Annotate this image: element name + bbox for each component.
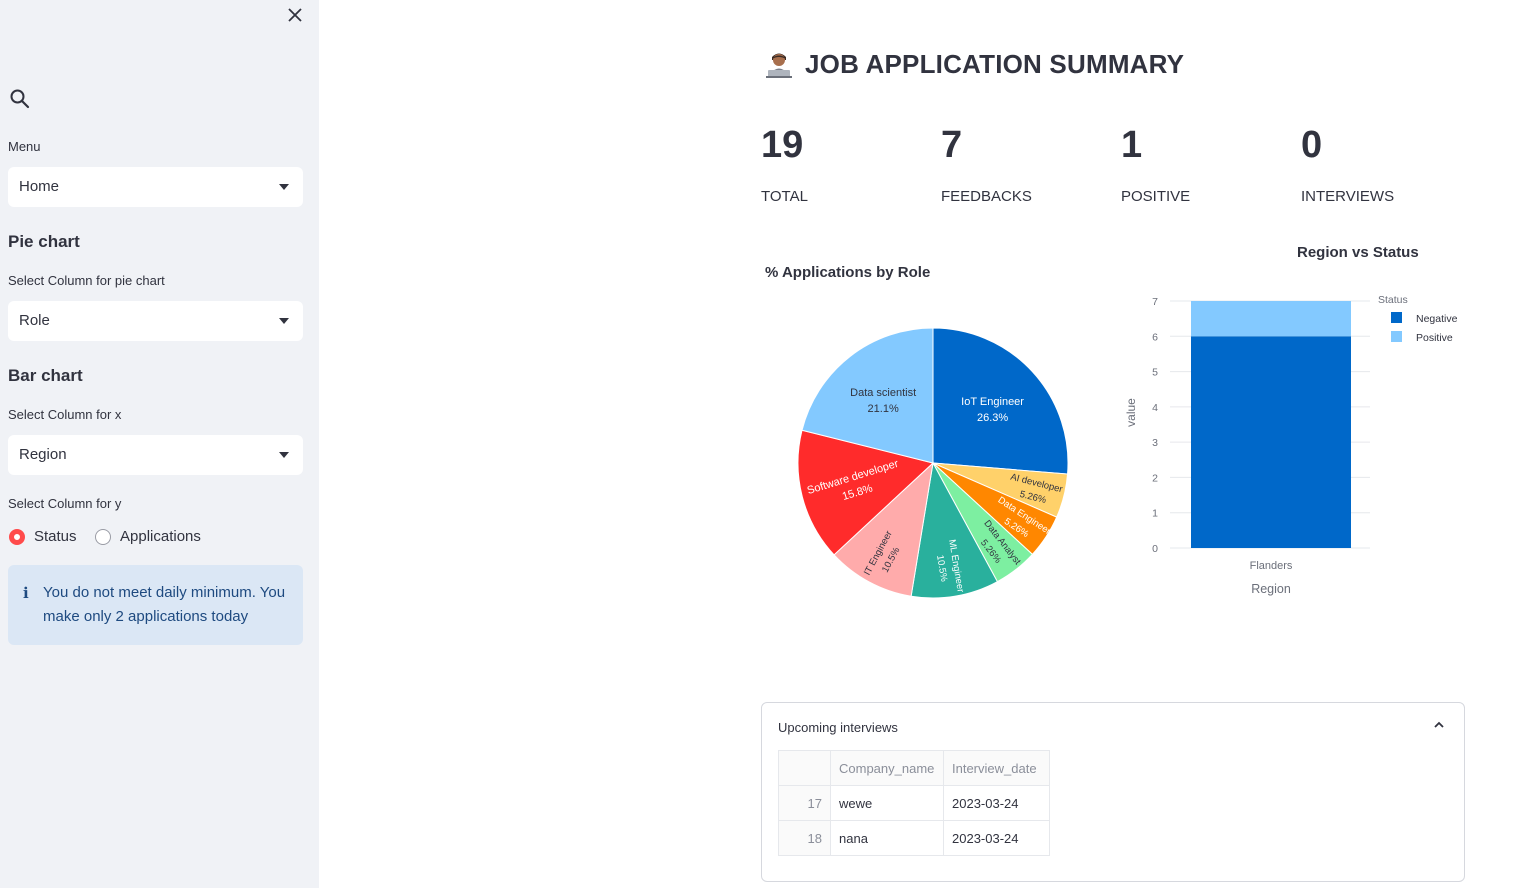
index-header (778, 750, 831, 786)
search-icon[interactable] (9, 88, 31, 110)
y-tick-label: 2 (1152, 472, 1158, 484)
column-header-date[interactable]: Interview_date (943, 750, 1050, 786)
radio-status[interactable]: Status (9, 528, 77, 545)
row-index: 18 (778, 820, 831, 856)
chevron-down-icon (279, 452, 289, 458)
pie-chart[interactable]: IoT Engineer26.3%AI developer5.26%Data E… (790, 320, 1080, 610)
metric-label: POSITIVE (1121, 188, 1191, 205)
y-tick-label: 0 (1152, 543, 1158, 555)
interviews-table[interactable]: Company_name Interview_date 17 wewe 2023… (778, 750, 1050, 856)
pie-slice-label: Data scientist (850, 387, 916, 399)
sidebar: Menu Home Pie chart Select Column for pi… (0, 0, 319, 888)
metric-label: FEEDBACKS (941, 188, 1032, 205)
metric-label: TOTAL (761, 188, 808, 205)
y-tick-label: 5 (1152, 367, 1158, 379)
menu-select[interactable]: Home (8, 167, 303, 207)
cell-date[interactable]: 2023-03-24 (943, 785, 1050, 821)
info-icon: ℹ (23, 585, 29, 602)
pie-column-select[interactable]: Role (8, 301, 303, 341)
chevron-up-icon[interactable] (1432, 718, 1446, 732)
technologist-emoji-icon (766, 53, 792, 78)
menu-select-value: Home (19, 178, 60, 195)
radio-unselected-icon (95, 528, 111, 545)
metric-total: 19 TOTAL (761, 122, 931, 205)
bar-segment-negative[interactable] (1191, 336, 1351, 548)
table-row[interactable]: 17 wewe 2023-03-24 (778, 785, 1050, 821)
bar-chart[interactable]: 0 1 2 3 4 5 6 7 Flanders Region value Status Negativ… (1110, 285, 1480, 605)
expander-header: Upcoming interviews (778, 720, 898, 735)
y-axis-label: value (1124, 398, 1138, 427)
pie-chart-heading: Pie chart (8, 232, 80, 251)
legend-item-label[interactable]: Positive (1416, 332, 1453, 344)
metric-value: 0 (1301, 124, 1323, 166)
page-title: JOB APPLICATION SUMMARY (805, 48, 1185, 79)
y-tick-label: 7 (1152, 296, 1158, 308)
close-icon (288, 8, 302, 22)
chevron-down-icon (279, 318, 289, 324)
metric-interviews: 0 INTERVIEWS (1301, 122, 1471, 205)
page-title-row: JOB APPLICATION SUMMARY (763, 48, 1184, 80)
radio-selected-icon (9, 528, 25, 545)
legend-item-label[interactable]: Negative (1416, 313, 1458, 325)
table-header-row: Company_name Interview_date (778, 750, 1050, 786)
cell-company[interactable]: nana (830, 820, 944, 856)
chevron-down-icon (279, 184, 289, 190)
legend-swatch[interactable] (1391, 331, 1402, 342)
y-tick-label: 4 (1152, 402, 1158, 414)
metric-value: 7 (941, 124, 963, 166)
bar-segment-positive[interactable] (1191, 301, 1351, 337)
x-select-label: Select Column for x (8, 407, 122, 422)
radio-applications-label: Applications (120, 528, 201, 545)
metric-feedbacks: 7 FEEDBACKS (941, 122, 1111, 205)
x-tick-label: Flanders (1250, 560, 1293, 572)
radio-applications[interactable]: Applications (95, 528, 201, 545)
x-column-select[interactable]: Region (8, 435, 303, 475)
table-row[interactable]: 18 nana 2023-03-24 (778, 820, 1050, 856)
y-tick-label: 1 (1152, 508, 1158, 520)
pie-slice-label: IoT Engineer (961, 396, 1024, 408)
pie-column-select-value: Role (19, 312, 50, 329)
y-select-label: Select Column for y (8, 496, 122, 511)
pie-slice-pct: 26.3% (977, 412, 1008, 424)
metric-value: 19 (761, 124, 804, 166)
column-header-company[interactable]: Company_name (830, 750, 944, 786)
x-axis-label: Region (1251, 582, 1291, 596)
metric-label: INTERVIEWS (1301, 188, 1395, 205)
pie-chart-title: % Applications by Role (765, 264, 931, 281)
info-alert: ℹ You do not meet daily minimum. You mak… (8, 565, 303, 645)
close-sidebar-button[interactable] (285, 4, 305, 26)
row-index: 17 (778, 785, 831, 821)
pie-select-label: Select Column for pie chart (8, 273, 165, 288)
legend-title: Status (1378, 294, 1408, 306)
x-column-select-value: Region (19, 446, 67, 463)
y-tick-label: 6 (1152, 331, 1158, 343)
y-tick-label: 3 (1152, 437, 1158, 449)
pie-slice-pct: 21.1% (868, 403, 899, 415)
metric-value: 1 (1121, 124, 1143, 166)
bar-chart-title: Region vs Status (1297, 244, 1419, 261)
cell-company[interactable]: wewe (830, 785, 944, 821)
radio-status-label: Status (34, 528, 77, 545)
menu-label: Menu (8, 139, 41, 154)
metric-positive: 1 POSITIVE (1121, 122, 1291, 205)
upcoming-interviews-expander[interactable]: Upcoming interviews Company_name Intervi… (761, 702, 1465, 882)
bar-chart-heading: Bar chart (8, 366, 83, 385)
info-message: You do not meet daily minimum. You make … (43, 584, 286, 625)
legend-swatch[interactable] (1391, 312, 1402, 323)
cell-date[interactable]: 2023-03-24 (943, 820, 1050, 856)
